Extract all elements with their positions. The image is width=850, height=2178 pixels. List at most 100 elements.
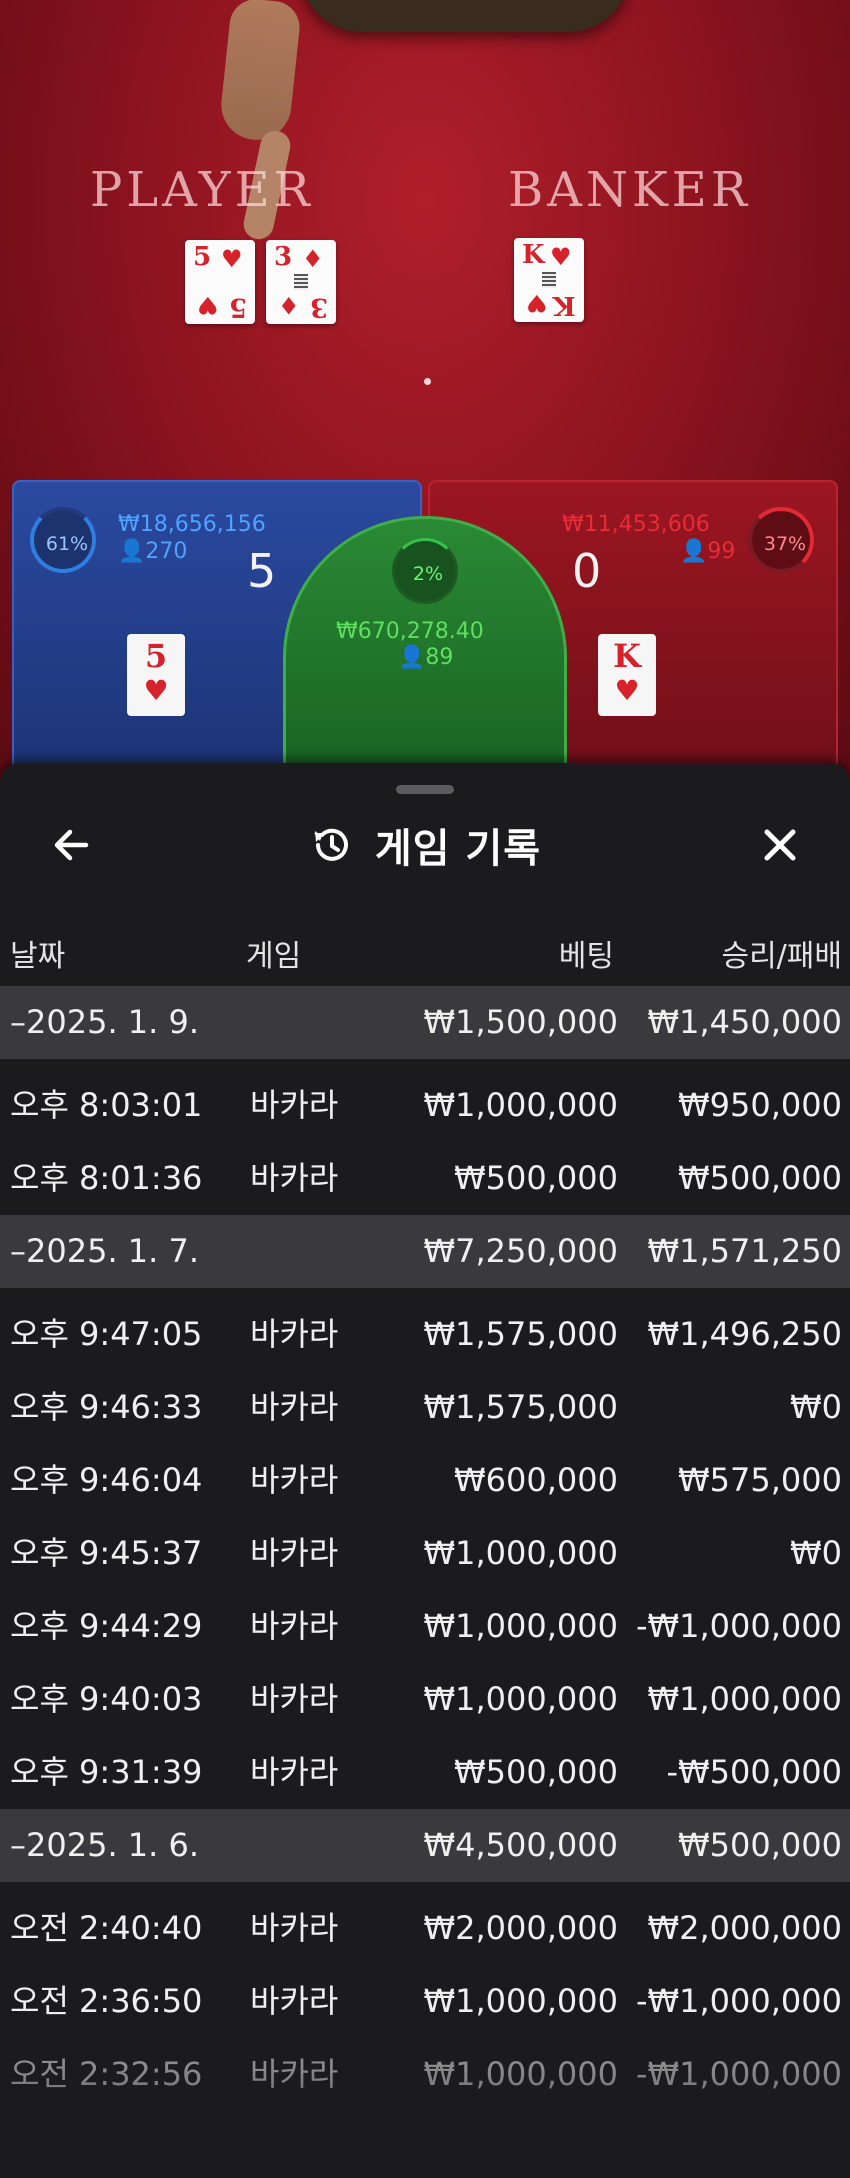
- row-bet: ₩500,000: [454, 1159, 618, 1197]
- row-result: ₩950,000: [678, 1086, 842, 1124]
- row-bet: ₩1,575,000: [423, 1315, 619, 1353]
- group-bet-total: ₩4,500,000: [423, 1826, 619, 1864]
- row-game: 바카라: [250, 1753, 339, 1791]
- player-percent-ring: 61%: [30, 507, 96, 573]
- banker-card: K ♥: [598, 634, 656, 716]
- row-result: -₩1,000,000: [635, 1607, 842, 1645]
- close-button[interactable]: [750, 815, 810, 875]
- row-game: 바카라: [250, 1534, 339, 1572]
- baccarat-table-view: PLAYER BANKER 5 ♥ 5 ♥ 3 ♦ 3 ♦ K ♥ K ♥ 61…: [0, 0, 850, 800]
- row-result: ₩500,000: [678, 1159, 842, 1197]
- row-game: 바카라: [250, 1982, 339, 2020]
- user-icon: 👤: [398, 645, 426, 670]
- row-bet: ₩1,000,000: [423, 1680, 619, 1718]
- row-result: ₩0: [790, 1388, 842, 1426]
- user-icon: 👤: [118, 539, 146, 564]
- row-game: 바카라: [250, 1315, 339, 1353]
- row-bet: ₩1,000,000: [423, 1086, 619, 1124]
- history-row[interactable]: 오후 9:46:33 바카라 ₩1,575,000 ₩0: [0, 1371, 850, 1444]
- table-card-banker-1: K ♥ K ♥: [514, 238, 584, 322]
- row-game: 바카라: [250, 1461, 339, 1499]
- row-game: 바카라: [250, 1388, 339, 1426]
- row-result: ₩1,496,250: [647, 1315, 843, 1353]
- row-bet: ₩1,575,000: [423, 1388, 619, 1426]
- table-card-player-1: 5 ♥ 5 ♥: [185, 240, 255, 324]
- group-result-total: ₩500,000: [678, 1826, 842, 1864]
- date-group-header[interactable]: –2025. 1. 7. ₩7,250,000 ₩1,571,250: [0, 1215, 850, 1288]
- row-game: 바카라: [250, 1909, 339, 1947]
- table-card-player-2: 3 ♦ 3 ♦: [266, 240, 336, 324]
- row-bet: ₩2,000,000: [423, 1909, 619, 1947]
- row-time: 오후 9:47:05: [10, 1315, 203, 1353]
- group-date: –2025. 1. 6.: [10, 1826, 200, 1864]
- history-row[interactable]: 오후 9:31:39 바카라 ₩500,000 -₩500,000: [0, 1736, 850, 1809]
- row-game: 바카라: [250, 1607, 339, 1645]
- group-date: –2025. 1. 9.: [10, 1003, 200, 1041]
- dealer-tray: [300, 0, 630, 32]
- player-score: 5: [247, 544, 277, 598]
- row-bet: ₩1,000,000: [423, 1982, 619, 2020]
- row-time: 오후 9:46:04: [10, 1461, 203, 1499]
- row-bet: ₩1,000,000: [423, 1607, 619, 1645]
- date-group-header[interactable]: –2025. 1. 9. ₩1,500,000 ₩1,450,000: [0, 986, 850, 1059]
- row-bet: ₩1,000,000: [423, 1534, 619, 1572]
- row-time: 오후 9:40:03: [10, 1680, 203, 1718]
- group-result-total: ₩1,450,000: [647, 1003, 843, 1041]
- history-icon: [313, 828, 348, 861]
- row-time: 오후 9:46:33: [10, 1388, 203, 1426]
- row-result: ₩2,000,000: [647, 1909, 843, 1947]
- row-result: ₩0: [790, 1534, 842, 1572]
- history-row[interactable]: 오후 8:01:36 바카라 ₩500,000 ₩500,000: [0, 1142, 850, 1215]
- row-time: 오전 2:40:40: [10, 1909, 203, 1947]
- row-bet: ₩600,000: [454, 1461, 618, 1499]
- row-result: -₩1,000,000: [635, 1982, 842, 2020]
- banker-score: 0: [572, 544, 602, 598]
- row-time: 오후 9:31:39: [10, 1753, 203, 1791]
- row-time: 오후 8:01:36: [10, 1159, 203, 1197]
- history-row[interactable]: 오후 9:46:04 바카라 ₩600,000 ₩575,000: [0, 1444, 850, 1517]
- group-date: –2025. 1. 7.: [10, 1232, 200, 1270]
- row-time: 오후 8:03:01: [10, 1086, 203, 1124]
- banker-percent-ring: 37%: [748, 507, 814, 573]
- dealer-hand: [217, 0, 303, 144]
- row-game: 바카라: [250, 1159, 339, 1197]
- row-game: 바카라: [250, 1086, 339, 1124]
- column-header-bet: 베팅: [558, 939, 614, 974]
- player-bet-amount: ₩18,656,156: [118, 512, 266, 537]
- game-history-sheet: 게임 기록 날짜 게임 베팅 승리/패배 –2025. 1. 9. ₩1,500…: [0, 763, 850, 2178]
- user-icon: 👤: [680, 539, 708, 564]
- row-time: 오후 9:45:37: [10, 1534, 203, 1572]
- history-list[interactable]: –2025. 1. 9. ₩1,500,000 ₩1,450,000 오후 8:…: [0, 986, 850, 2111]
- history-row[interactable]: 오후 9:40:03 바카라 ₩1,000,000 ₩1,000,000: [0, 1663, 850, 1736]
- player-label: PLAYER: [90, 162, 314, 218]
- row-game: 바카라: [250, 1680, 339, 1718]
- scroll-fade-overlay: [0, 2068, 850, 2178]
- history-row[interactable]: 오후 9:44:29 바카라 ₩1,000,000 -₩1,000,000: [0, 1590, 850, 1663]
- page-indicator-dot: [424, 378, 431, 385]
- player-card: 5 ♥: [127, 634, 185, 716]
- banker-bettor-count: 👤99: [680, 539, 736, 564]
- row-result: ₩1,000,000: [647, 1680, 843, 1718]
- row-time: 오후 9:44:29: [10, 1607, 203, 1645]
- row-result: ₩575,000: [678, 1461, 842, 1499]
- group-result-total: ₩1,571,250: [647, 1232, 843, 1270]
- row-result: -₩500,000: [666, 1753, 842, 1791]
- tie-bet-amount: ₩670,278.40: [336, 619, 484, 644]
- row-bet: ₩500,000: [454, 1753, 618, 1791]
- history-row[interactable]: 오전 2:40:40 바카라 ₩2,000,000 ₩2,000,000: [0, 1892, 850, 1965]
- group-bet-total: ₩7,250,000: [423, 1232, 619, 1270]
- sheet-title: 게임 기록: [374, 826, 542, 872]
- banker-label: BANKER: [508, 162, 751, 218]
- history-row[interactable]: 오후 8:03:01 바카라 ₩1,000,000 ₩950,000: [0, 1069, 850, 1142]
- sheet-drag-handle[interactable]: [396, 785, 454, 794]
- tie-bettor-count: 👤89: [398, 645, 454, 670]
- column-header-date: 날짜: [10, 939, 66, 974]
- sheet-header: 게임 기록: [0, 815, 850, 875]
- history-row[interactable]: 오후 9:45:37 바카라 ₩1,000,000 ₩0: [0, 1517, 850, 1590]
- history-row[interactable]: 오후 9:47:05 바카라 ₩1,575,000 ₩1,496,250: [0, 1298, 850, 1371]
- date-group-header[interactable]: –2025. 1. 6. ₩4,500,000 ₩500,000: [0, 1809, 850, 1882]
- history-row[interactable]: 오전 2:36:50 바카라 ₩1,000,000 -₩1,000,000: [0, 1965, 850, 2038]
- tie-percent-ring: 2%: [392, 538, 458, 604]
- row-time: 오전 2:36:50: [10, 1982, 203, 2020]
- banker-bet-amount: ₩11,453,606: [562, 512, 710, 537]
